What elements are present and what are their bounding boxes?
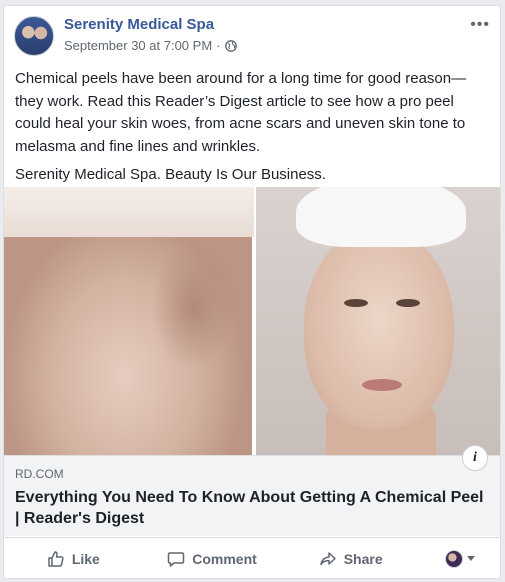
comment-label: Comment — [192, 550, 257, 567]
link-preview-image[interactable] — [4, 187, 500, 455]
image-woman-profile — [4, 187, 254, 455]
post-body: Chemical peels have been around for a lo… — [15, 68, 491, 193]
comment-button[interactable]: Comment — [143, 538, 282, 578]
share-button[interactable]: Share — [281, 538, 420, 578]
globe-icon[interactable] — [224, 40, 237, 52]
post-paragraph: Chemical peels have been around for a lo… — [15, 70, 467, 155]
thumbs-up-icon — [48, 550, 64, 567]
caret-down-icon — [467, 556, 476, 561]
viewer-avatar — [445, 549, 464, 568]
meta-separator: · — [216, 38, 221, 53]
info-icon[interactable]: i — [462, 445, 488, 471]
page-avatar[interactable] — [14, 16, 54, 56]
image-woman-front — [255, 187, 500, 455]
comment-icon — [167, 551, 185, 567]
viewer-selector[interactable] — [420, 538, 500, 578]
like-button[interactable]: Like — [4, 538, 143, 578]
page-name-link[interactable]: Serenity Medical Spa — [64, 16, 214, 34]
link-title[interactable]: Everything You Need To Know About Gettin… — [15, 487, 485, 529]
post-card: Serenity Medical Spa September 30 at 7:0… — [3, 5, 501, 579]
action-bar: Like Comment Share — [4, 537, 500, 578]
more-options-icon[interactable]: ••• — [470, 17, 490, 33]
share-label: Share — [343, 550, 383, 567]
share-icon — [319, 551, 336, 565]
post-timestamp[interactable]: September 30 at 7:00 PM — [64, 38, 212, 54]
link-preview-box[interactable]: RD.COM Everything You Need To Know About… — [4, 455, 500, 536]
post-meta: September 30 at 7:00 PM · — [64, 38, 237, 54]
like-label: Like — [71, 550, 100, 567]
link-domain: RD.COM — [15, 467, 64, 481]
post-header: Serenity Medical Spa September 30 at 7:0… — [14, 16, 490, 64]
post-paragraph: Serenity Medical Spa. Beauty Is Our Busi… — [15, 166, 326, 183]
